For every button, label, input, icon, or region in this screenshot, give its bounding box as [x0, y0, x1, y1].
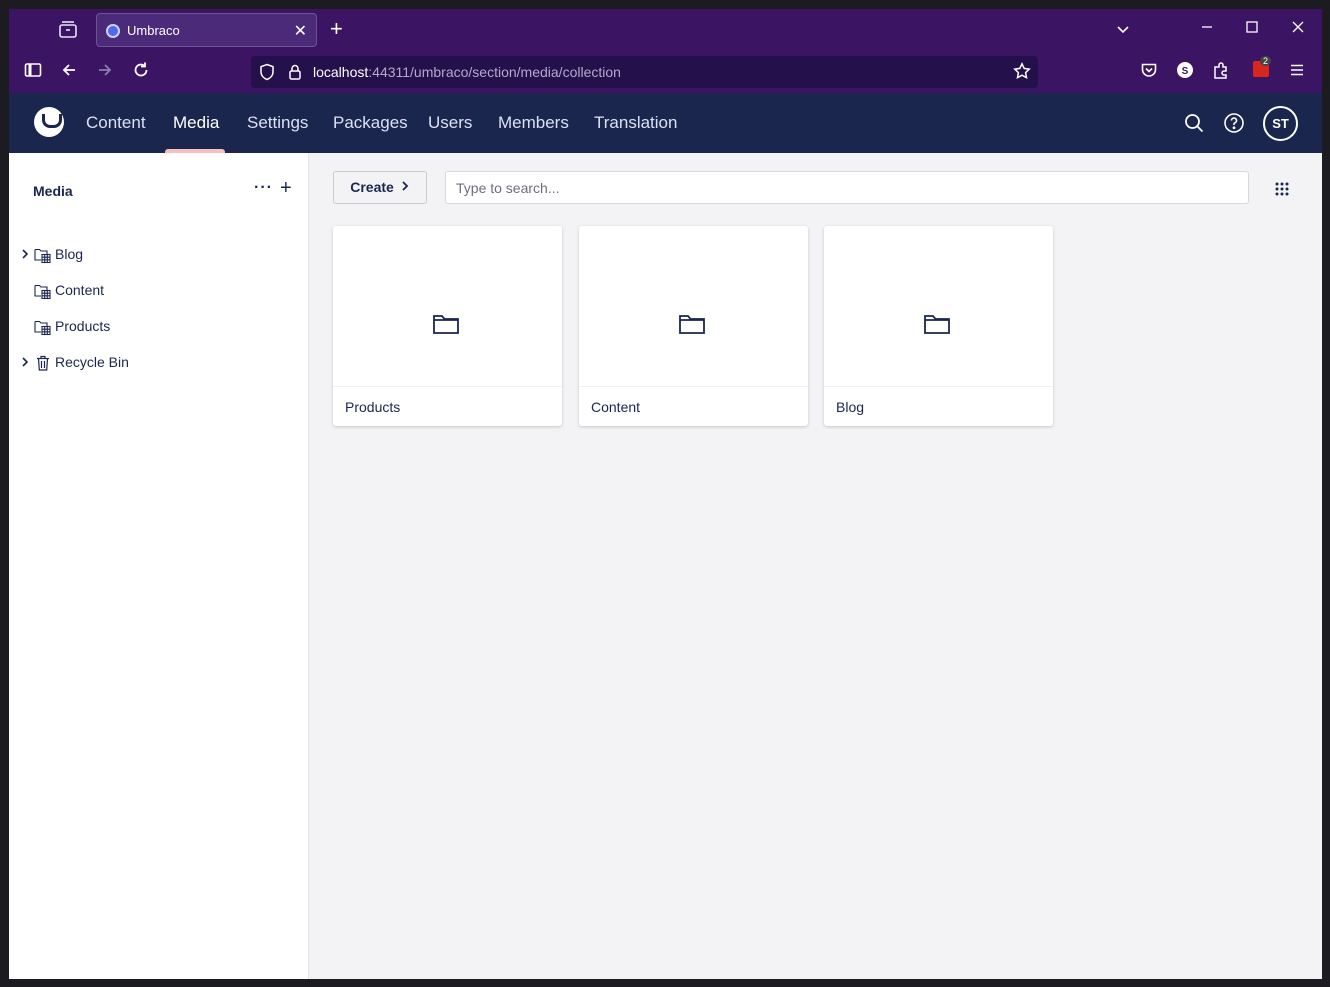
search-icon[interactable]: [1183, 112, 1205, 134]
section-translation[interactable]: Translation: [594, 113, 677, 133]
chevron-right-icon[interactable]: [20, 246, 32, 262]
forward-icon[interactable]: [94, 61, 116, 83]
close-window-icon[interactable]: [1290, 19, 1306, 40]
section-content[interactable]: Content: [86, 113, 146, 133]
media-card-content[interactable]: Content: [579, 226, 808, 426]
umbraco-logo-icon[interactable]: [34, 107, 64, 137]
app-header: Content Media Settings Packages Users Me…: [9, 93, 1322, 153]
media-folder-icon: [34, 318, 52, 336]
account-icon[interactable]: S: [1174, 61, 1196, 83]
svg-text:S: S: [1182, 66, 1189, 77]
card-preview: [579, 226, 808, 386]
create-button[interactable]: Create: [333, 171, 427, 204]
media-folder-icon: [34, 282, 52, 300]
tree-item-recycle-bin[interactable]: Recycle Bin: [9, 345, 308, 381]
card-footer: Products: [333, 386, 562, 426]
sidebar: Media ··· + Blog Content Products Recycl…: [9, 153, 309, 979]
help-icon[interactable]: [1223, 112, 1245, 134]
maximize-icon[interactable]: [1244, 19, 1260, 40]
address-bar[interactable]: localhost:44311/umbraco/section/media/co…: [251, 56, 1038, 88]
close-tab-icon[interactable]: ✕: [294, 21, 307, 41]
add-icon[interactable]: +: [280, 178, 292, 198]
sidebar-title: Media: [33, 183, 73, 199]
extension-badge: 2: [1260, 56, 1272, 66]
card-name: Blog: [836, 399, 865, 415]
section-packages[interactable]: Packages: [333, 113, 408, 133]
section-users[interactable]: Users: [428, 113, 472, 133]
browser-tab[interactable]: Umbraco ✕: [96, 13, 317, 47]
tree-item-label: Recycle Bin: [55, 354, 129, 370]
menu-icon[interactable]: [1286, 61, 1308, 83]
media-card-blog[interactable]: Blog: [824, 226, 1053, 426]
folder-icon: [923, 312, 951, 336]
more-actions-icon[interactable]: ···: [254, 179, 273, 197]
tree-item-label: Blog: [55, 246, 84, 262]
card-preview: [333, 226, 562, 386]
lock-icon[interactable]: [288, 63, 302, 86]
section-settings[interactable]: Settings: [247, 113, 308, 133]
tab-overview-icon[interactable]: [57, 20, 79, 40]
tree-item-products[interactable]: Products: [9, 309, 308, 345]
url-text: localhost:44311/umbraco/section/media/co…: [313, 64, 621, 80]
card-footer: Content: [579, 386, 808, 426]
reload-icon[interactable]: [130, 61, 152, 83]
new-tab-icon[interactable]: +: [330, 17, 343, 41]
url-host: localhost: [313, 64, 369, 80]
card-preview: [824, 226, 1053, 386]
tab-bar: Umbraco ✕ +: [9, 9, 1322, 51]
tree-item-blog[interactable]: Blog: [9, 237, 308, 273]
shield-icon[interactable]: [259, 63, 275, 86]
tab-title: Umbraco: [127, 23, 180, 38]
chevron-right-icon[interactable]: [20, 354, 32, 370]
folder-icon: [678, 312, 706, 336]
user-avatar[interactable]: ST: [1263, 106, 1298, 141]
umbraco-favicon-icon: [106, 24, 120, 38]
tree-item-content[interactable]: Content: [9, 273, 308, 309]
grid-view-icon[interactable]: [1273, 180, 1291, 198]
card-name: Products: [345, 399, 401, 415]
media-folder-icon: [34, 246, 52, 264]
pocket-icon[interactable]: [1138, 61, 1160, 83]
card-footer: Blog: [824, 386, 1053, 426]
trash-icon: [34, 354, 52, 372]
sidebar-toggle-icon[interactable]: [22, 61, 44, 83]
tree-item-label: Content: [55, 282, 105, 298]
chevron-down-icon[interactable]: [1115, 21, 1131, 42]
minimize-icon[interactable]: [1199, 19, 1215, 40]
section-media[interactable]: Media: [173, 113, 219, 133]
folder-icon: [432, 312, 460, 336]
extensions-icon[interactable]: [1210, 61, 1232, 83]
url-path: :44311/umbraco/section/media/collection: [368, 64, 621, 80]
browser-window: Umbraco ✕ + localhost:44311/umbraco/sect…: [9, 9, 1322, 979]
tree-item-label: Products: [55, 318, 111, 334]
browser-toolbar: localhost:44311/umbraco/section/media/co…: [9, 51, 1322, 93]
back-icon[interactable]: [58, 61, 80, 83]
media-card-products[interactable]: Products: [333, 226, 562, 426]
main-content: Create Products: [309, 153, 1322, 979]
section-members[interactable]: Members: [498, 113, 569, 133]
card-name: Content: [591, 399, 641, 415]
search-input[interactable]: [445, 171, 1249, 204]
create-button-label: Create: [350, 179, 394, 195]
chevron-right-icon: [400, 173, 410, 204]
bookmark-star-icon[interactable]: [1013, 62, 1031, 85]
